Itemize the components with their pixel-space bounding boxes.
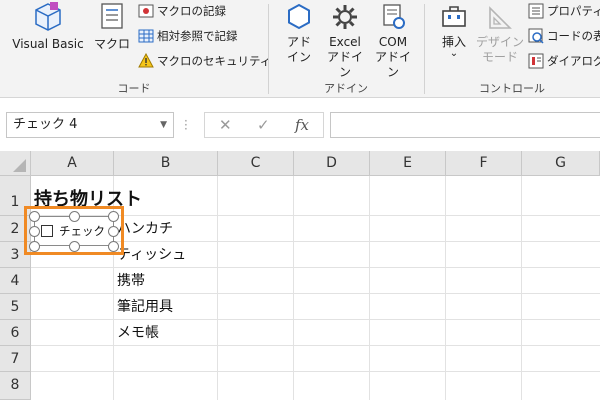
macro-security-label: マクロのセキュリティ [157,54,272,68]
visual-basic-button[interactable]: Visual Basic [6,2,90,52]
enter-check-icon[interactable]: ✓ [257,116,270,134]
design-mode-button[interactable]: デザイン モード [476,2,524,65]
control-group-label: コントロール [479,82,545,95]
cancel-icon[interactable]: ✕ [219,116,232,134]
select-all-corner[interactable] [0,151,31,176]
design-mode-label-line2: モード [481,50,518,64]
row-header-6[interactable]: 6 [0,320,31,346]
properties-button[interactable]: プロパティ [528,3,600,19]
formula-bar-splitter[interactable]: · · · [184,115,188,135]
view-code-icon [528,28,544,44]
formula-bar: チェック 4 ▼ · · · ✕ ✓ fx [0,99,600,151]
column-header-e[interactable]: E [370,151,446,176]
excel-addin-button[interactable]: Excel アドイン [322,2,368,80]
relative-reference-label: 相対参照で記録 [157,29,238,43]
column-header-b[interactable]: B [114,151,218,176]
addin-label-line1: アド [286,35,311,49]
code-group-label: コード [117,82,151,95]
row-header-4[interactable]: 4 [0,268,31,294]
ribbon: Visual Basic マクロ マクロの記録 相対参照で記録 マクロのセキュリ… [0,0,600,98]
column-header-f[interactable]: F [446,151,522,176]
name-box[interactable]: チェック 4 ▼ [6,112,174,138]
dialog-label: ダイアログ [547,54,600,68]
insert-control-button[interactable]: 挿入 ⌄ [434,2,474,59]
view-code-button[interactable]: コードの表 [528,28,600,44]
column-header-g[interactable]: G [522,151,600,176]
warning-icon [138,53,154,68]
insert-function-icon[interactable]: fx [295,116,309,134]
grid-line [31,371,600,372]
select-all-triangle-icon [13,159,26,172]
design-mode-label-line1: デザイン [476,35,525,49]
macro-button[interactable]: マクロ [92,2,132,52]
cell-b5[interactable]: 筆記用具 [114,294,218,320]
dialog-icon [528,53,544,69]
addin-hexagon-icon [288,3,310,30]
toolbox-icon [442,6,466,27]
properties-label: プロパティ [547,4,600,18]
grid-line [521,176,522,400]
record-icon [138,4,154,18]
grid-table-icon [138,29,154,43]
visual-basic-label: Visual Basic [12,37,84,51]
view-code-label: コードの表 [547,29,600,43]
cell-b3[interactable]: ティッシュ [114,242,218,268]
grid-line [369,176,370,400]
com-addin-label-line1: COM [378,35,408,49]
formula-input[interactable] [330,112,600,138]
name-box-value: チェック 4 [13,117,78,132]
record-macro-label: マクロの記録 [157,4,226,18]
macro-icon [101,3,123,29]
com-addin-icon [383,4,405,29]
column-header-d[interactable]: D [294,151,370,176]
worksheet-grid: A B C D E F G 1 2 3 4 5 6 7 8 持ち物リスト ハンカ… [0,151,600,400]
run-dialog-button[interactable]: ダイアログ [528,53,600,69]
cell-b6[interactable]: メモ帳 [114,320,218,346]
cell-b2[interactable]: ハンカチ [114,216,218,242]
macro-security-button[interactable]: マクロのセキュリティ [138,53,271,69]
addin-label-line2: イン [286,50,311,64]
row-header-5[interactable]: 5 [0,294,31,320]
relative-reference-button[interactable]: 相対参照で記録 [138,28,238,44]
grid-line [445,176,446,400]
excel-addin-label-line2: アドイン [326,50,363,79]
row-header-8[interactable]: 8 [0,372,31,400]
chevron-down-icon[interactable]: ▼ [160,113,167,137]
record-macro-button[interactable]: マクロの記録 [138,3,226,19]
com-addin-label-line2: アドイン [374,50,411,79]
gear-icon [333,5,357,29]
excel-addin-label-line1: Excel [329,35,361,49]
addin-group-label: アドイン [324,82,368,95]
design-mode-icon [489,6,512,29]
highlight-box [24,206,124,255]
column-header-c[interactable]: C [218,151,294,176]
macro-label: マクロ [93,37,130,51]
grid-line [293,176,294,400]
column-header-a[interactable]: A [31,151,114,176]
cell-b4[interactable]: 携帯 [114,268,218,294]
formula-bar-buttons: ✕ ✓ fx [204,112,324,138]
chevron-down-icon: ⌄ [449,48,459,59]
addin-button[interactable]: アド イン [278,2,320,65]
com-addin-button[interactable]: COM アドイン [370,2,416,80]
properties-icon [528,3,544,19]
row-header-7[interactable]: 7 [0,346,31,372]
visual-basic-icon [35,2,61,31]
